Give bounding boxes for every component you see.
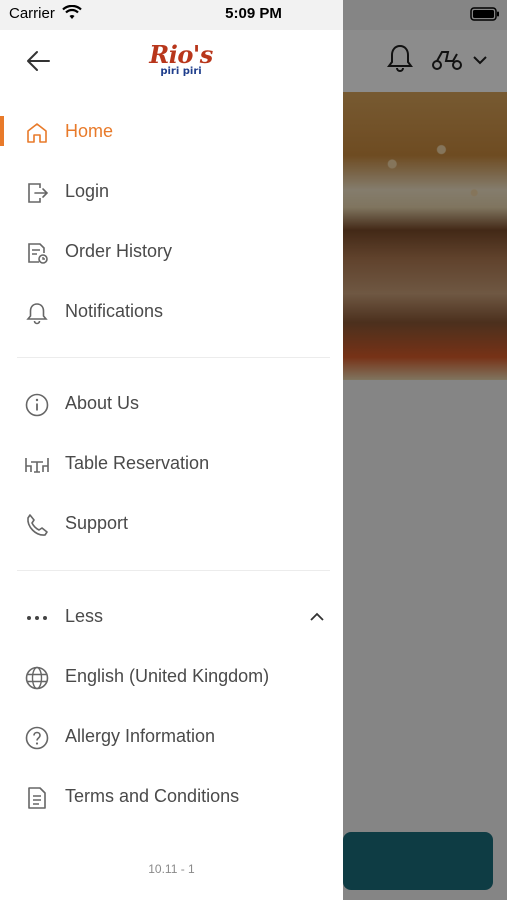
globe-icon xyxy=(25,666,49,690)
menu-item-label: Table Reservation xyxy=(65,453,210,473)
status-time: 5:09 PM xyxy=(225,5,282,22)
menu-item-about-us[interactable]: About Us xyxy=(0,380,343,428)
question-icon xyxy=(25,726,49,750)
info-icon xyxy=(25,393,49,417)
chevron-up-icon xyxy=(310,612,324,621)
side-drawer: Rio's piri piri Home Login Order History xyxy=(0,30,343,900)
menu-item-label: Login xyxy=(65,181,110,201)
menu-divider xyxy=(17,570,330,571)
phone-icon xyxy=(27,514,48,536)
menu-item-order-history[interactable]: Order History xyxy=(0,228,343,276)
menu-item-label: Order History xyxy=(65,241,173,261)
menu-item-label: Home xyxy=(65,121,114,141)
menu-item-label: Notifications xyxy=(65,301,164,321)
menu-item-login[interactable]: Login xyxy=(0,168,343,216)
menu-item-label: About Us xyxy=(65,393,140,413)
order-history-icon xyxy=(28,243,48,264)
menu-item-label: English (United Kingdom) xyxy=(65,666,270,686)
menu-item-home[interactable]: Home xyxy=(0,108,343,156)
menu-item-terms-and-conditions[interactable]: Terms and Conditions xyxy=(0,773,343,821)
drawer-scrim[interactable] xyxy=(343,0,507,900)
logo-sub-text: piri piri xyxy=(160,66,202,77)
more-dots-icon xyxy=(27,616,47,620)
bell-icon xyxy=(26,303,48,325)
menu-item-support[interactable]: Support xyxy=(0,500,343,548)
menu-item-label: Allergy Information xyxy=(65,726,216,746)
battery-icon xyxy=(470,7,499,21)
menu-item-less[interactable]: Less xyxy=(0,593,343,641)
back-arrow-icon[interactable] xyxy=(22,46,54,76)
menu-item-allergy-information[interactable]: Allergy Information xyxy=(0,713,343,761)
drawer-header: Rio's piri piri xyxy=(0,30,343,92)
menu-divider xyxy=(17,357,330,358)
login-icon xyxy=(28,183,49,203)
menu-item-notifications[interactable]: Notifications xyxy=(0,288,343,336)
menu-item-label: Less xyxy=(65,606,104,626)
menu-item-label: Terms and Conditions xyxy=(65,786,240,806)
home-icon xyxy=(27,123,47,143)
menu-item-language[interactable]: English (United Kingdom) xyxy=(0,653,343,701)
document-icon xyxy=(28,787,46,809)
status-bar: Carrier 5:09 PM xyxy=(0,0,507,30)
menu-item-table-reservation[interactable]: Table Reservation xyxy=(0,440,343,488)
menu-item-label: Support xyxy=(65,513,129,533)
brand-logo: Rio's piri piri xyxy=(148,40,214,80)
app-version: 10.11 - 1 xyxy=(148,862,195,876)
logo-main-text: Rio's xyxy=(149,40,213,69)
table-icon xyxy=(25,458,49,473)
